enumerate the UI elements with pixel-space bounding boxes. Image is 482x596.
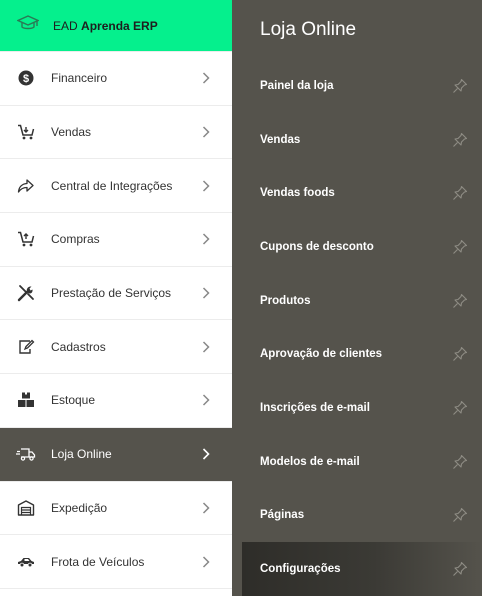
car-icon	[16, 552, 36, 572]
chevron-right-icon	[202, 341, 210, 353]
sidebar-item-label: Frota de Veículos	[51, 554, 145, 569]
share-arrow-icon	[16, 176, 36, 196]
chevron-right-icon	[202, 556, 210, 568]
sidebar-item-label: Cadastros	[51, 339, 106, 354]
delivery-truck-icon	[16, 444, 36, 464]
sidebar-item-label: Compras	[51, 232, 100, 247]
chevron-right-icon	[202, 233, 210, 245]
edit-icon	[16, 337, 36, 357]
cart-icon	[16, 122, 36, 142]
submenu-item-configuracoes[interactable]: Configurações	[242, 542, 482, 596]
sidebar-item-label: Financeiro	[51, 71, 108, 86]
pin-icon[interactable]	[452, 185, 468, 201]
pin-icon[interactable]	[452, 507, 468, 523]
pin-icon[interactable]	[452, 78, 468, 94]
chevron-right-icon	[202, 126, 210, 138]
submenu-item-label: Inscrições de e-mail	[260, 401, 370, 414]
ead-prefix: EAD	[53, 18, 78, 33]
chevron-right-icon	[202, 448, 210, 460]
sidebar-item-expedicao[interactable]: Expedição	[0, 482, 232, 536]
chevron-right-icon	[202, 287, 210, 299]
sidebar-item-label: Estoque	[51, 393, 96, 408]
pin-icon[interactable]	[452, 454, 468, 470]
pin-icon[interactable]	[452, 400, 468, 416]
submenu-item-label: Vendas foods	[260, 187, 335, 200]
submenu-item-label: Produtos	[260, 294, 311, 307]
sidebar-item-frota-de-veiculos[interactable]: Frota de Veículos	[0, 535, 232, 589]
sidebar-item-label: Expedição	[51, 500, 108, 515]
submenu-item-aprovacao-de-clientes[interactable]: Aprovação de clientes	[232, 327, 482, 381]
sidebar-item-cadastros[interactable]: Cadastros	[0, 320, 232, 375]
ead-link[interactable]: EAD Aprenda ERP	[0, 0, 232, 52]
pin-icon[interactable]	[452, 239, 468, 255]
sidebar-item-prestacao-de-servicos[interactable]: Prestação de Serviços	[0, 267, 232, 321]
chevron-right-icon	[202, 394, 210, 406]
dollar-circle-icon: $	[16, 68, 36, 88]
ead-name: Aprenda ERP	[81, 18, 158, 33]
chevron-right-icon	[202, 72, 210, 84]
submenu-item-label: Vendas	[260, 133, 301, 146]
sidebar-item-compras[interactable]: Compras	[0, 213, 232, 267]
graduation-cap-icon	[16, 15, 40, 36]
submenu-item-produtos[interactable]: Produtos	[232, 274, 482, 328]
submenu-item-label: Painel da loja	[260, 79, 334, 92]
sidebar-item-vendas[interactable]: Vendas	[0, 106, 232, 160]
boxes-icon	[16, 390, 36, 410]
submenu-item-label: Páginas	[260, 509, 305, 522]
sidebar-item-label: Vendas	[51, 125, 92, 140]
chevron-right-icon	[202, 180, 210, 192]
submenu-item-cupons-de-desconto[interactable]: Cupons de desconto	[232, 220, 482, 274]
sidebar-item-estoque[interactable]: Estoque	[0, 374, 232, 428]
cart-icon	[16, 229, 36, 249]
pin-icon[interactable]	[452, 346, 468, 362]
pin-icon[interactable]	[452, 132, 468, 148]
sidebar-item-financeiro[interactable]: $ Financeiro	[0, 52, 232, 106]
submenu-item-vendas[interactable]: Vendas	[232, 113, 482, 167]
tools-icon	[16, 283, 36, 303]
sidebar: EAD Aprenda ERP $ Financeiro Vendas Cent…	[0, 0, 232, 596]
submenu-item-inscricoes-de-email[interactable]: Inscrições de e-mail	[232, 381, 482, 435]
sidebar-item-label: Loja Online	[51, 447, 112, 462]
panel-title: Loja Online	[260, 18, 357, 40]
submenu-item-paginas[interactable]: Páginas	[232, 489, 482, 543]
submenu-item-label: Cupons de desconto	[260, 240, 374, 253]
pin-icon[interactable]	[452, 293, 468, 309]
chevron-right-icon	[202, 502, 210, 514]
submenu-panel: Loja Online Painel da loja Vendas Vendas…	[232, 0, 482, 596]
submenu-item-modelos-de-email[interactable]: Modelos de e-mail	[232, 435, 482, 489]
pin-icon[interactable]	[452, 561, 468, 577]
submenu-item-painel-da-loja[interactable]: Painel da loja	[232, 59, 482, 113]
sidebar-item-label: Central de Integrações	[51, 178, 173, 193]
sidebar-item-central-de-integracoes[interactable]: Central de Integrações	[0, 159, 232, 214]
warehouse-icon	[16, 498, 36, 518]
sidebar-item-loja-online[interactable]: Loja Online	[0, 427, 232, 482]
svg-text:$: $	[23, 73, 29, 85]
submenu-item-label: Aprovação de clientes	[260, 348, 383, 361]
submenu-item-label: Modelos de e-mail	[260, 455, 360, 468]
submenu-item-label: Configurações	[260, 563, 341, 576]
sidebar-item-label: Prestação de Serviços	[51, 286, 172, 301]
submenu-item-vendas-foods[interactable]: Vendas foods	[232, 166, 482, 220]
